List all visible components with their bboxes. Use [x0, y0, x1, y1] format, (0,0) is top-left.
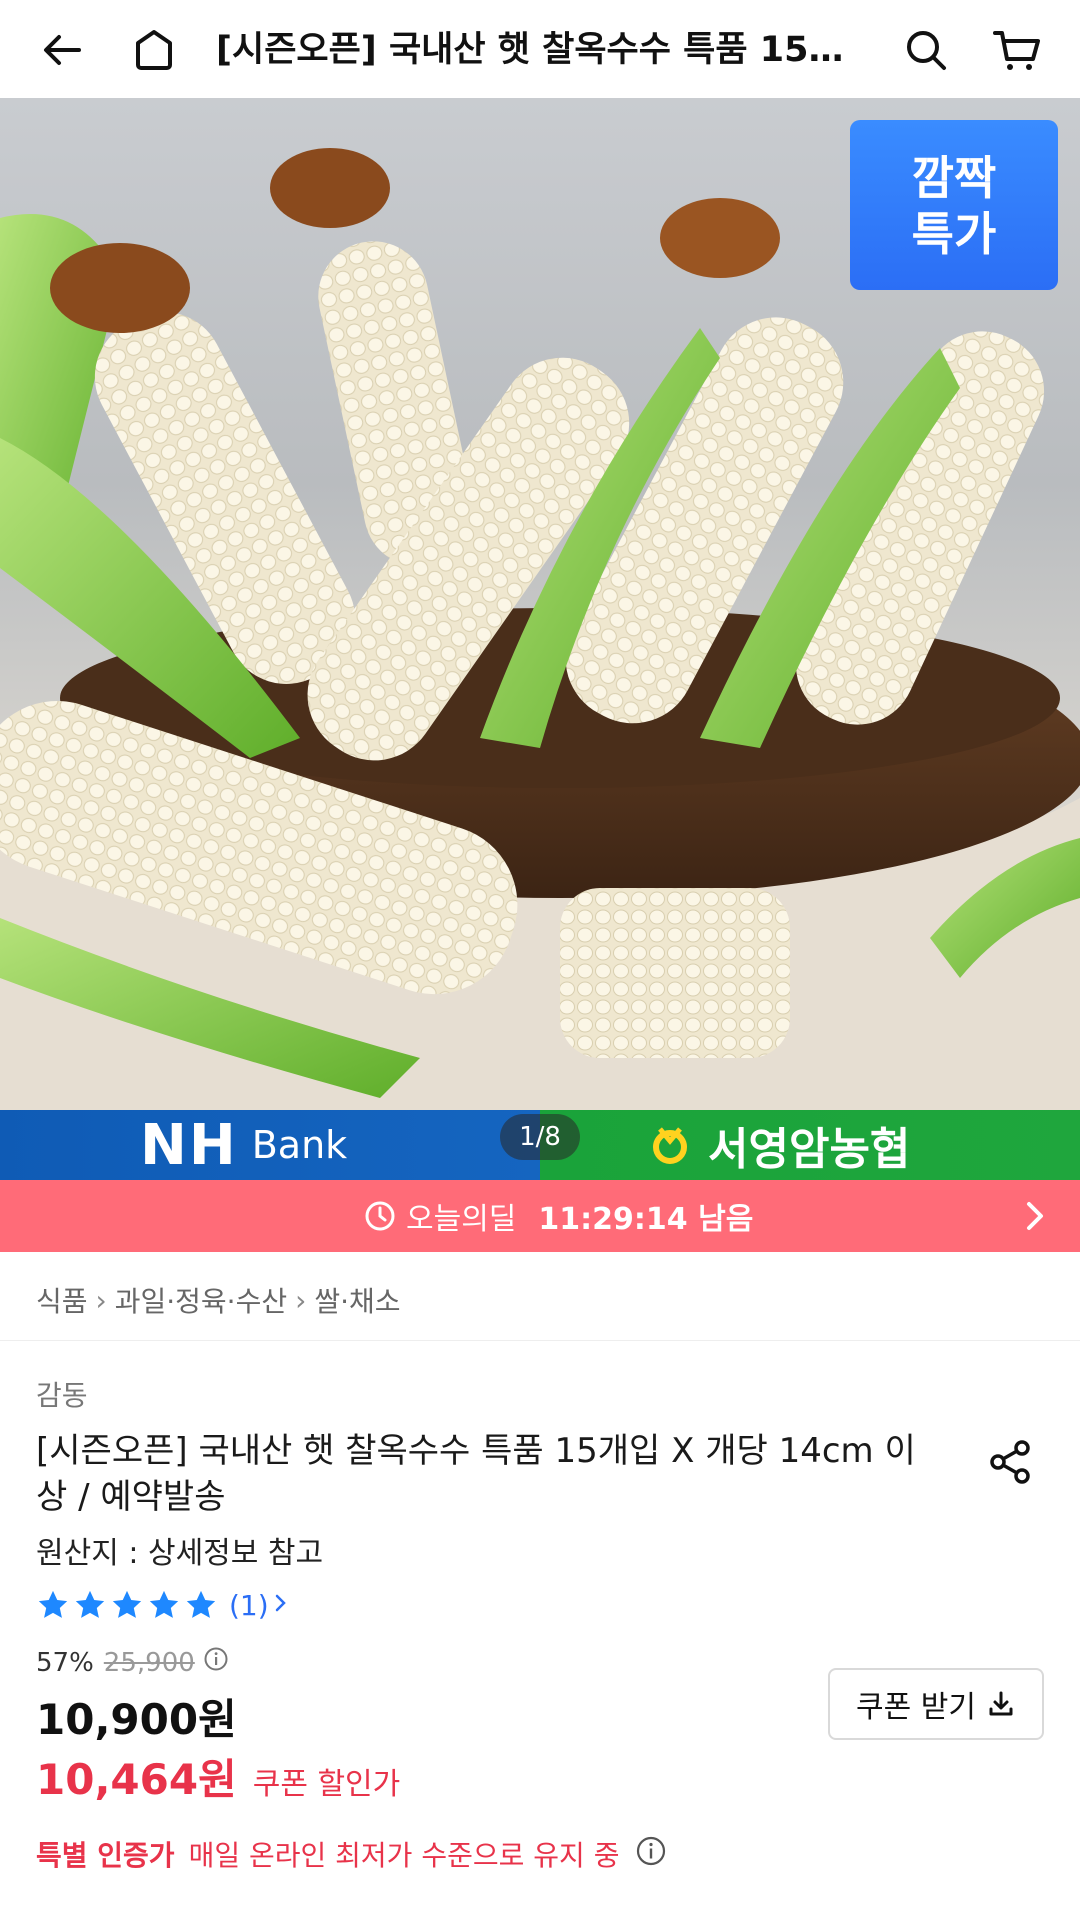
- discount-row: 57% 25,900: [36, 1646, 229, 1679]
- badge-line-2: 특가: [911, 207, 997, 261]
- origin-info: 원산지 : 상세정보 참고: [36, 1536, 324, 1571]
- coupon-price: 10,464원: [36, 1755, 237, 1804]
- download-icon: [989, 1691, 1013, 1716]
- star-icon: [75, 1590, 105, 1618]
- brand-name[interactable]: 감동: [36, 1374, 88, 1414]
- info-icon[interactable]: [635, 1835, 667, 1874]
- badge-line-1: 깜짝: [911, 151, 997, 205]
- coupon-price-label: 쿠폰 할인가: [252, 1767, 401, 1802]
- partner-logo: 서영암농협: [540, 1110, 1080, 1180]
- breadcrumb: 식품 › 과일·정육·수산 › 쌀·채소: [36, 1280, 401, 1320]
- get-coupon-button[interactable]: 쿠폰 받기: [828, 1668, 1044, 1740]
- partner-name: 서영암농협: [708, 1124, 911, 1175]
- sale-price: 10,900원: [36, 1695, 237, 1744]
- star-icon: [149, 1590, 179, 1618]
- review-count[interactable]: (1): [229, 1589, 269, 1622]
- top-bar: [시즌오픈] 국내산 햇 찰옥수수 특품 15개입 X 개당 14cm 이상 /…: [0, 0, 1080, 98]
- rating-summary[interactable]: (1): [36, 1588, 289, 1622]
- product-image-carousel[interactable]: 깜짝 특가: [0, 98, 1080, 1112]
- chevron-right-icon: [273, 1591, 289, 1619]
- today-deal-bar[interactable]: 오늘의딜 11:29:14 남음: [0, 1180, 1080, 1252]
- special-deal-badge: 깜짝 특가: [850, 120, 1058, 290]
- share-icon[interactable]: [986, 1438, 1034, 1486]
- discount-rate: 57%: [36, 1647, 94, 1678]
- cart-icon[interactable]: [988, 22, 1044, 78]
- chevron-right-icon: ›: [95, 1283, 107, 1317]
- page-title: [시즌오픈] 국내산 햇 찰옥수수 특품 15개입 X 개당 14cm 이상 /…: [216, 30, 856, 70]
- deal-countdown: 11:29:14 남음: [538, 1202, 754, 1237]
- special-price-notice: 특별 인증가 매일 온라인 최저가 수준으로 유지 중: [36, 1834, 667, 1874]
- nh-logo-text: NH: [140, 1112, 238, 1178]
- clock-icon: [365, 1201, 395, 1231]
- star-icon: [38, 1590, 68, 1618]
- star-rating: [36, 1588, 221, 1622]
- chevron-right-icon: ›: [295, 1283, 307, 1317]
- home-icon[interactable]: [126, 22, 182, 78]
- deal-label: 오늘의딜: [406, 1202, 517, 1237]
- bank-logo-text: Bank: [251, 1123, 348, 1167]
- breadcrumb-item[interactable]: 쌀·채소: [314, 1280, 400, 1320]
- image-pager: 1/8: [500, 1114, 580, 1160]
- star-icon: [186, 1590, 216, 1618]
- coupon-price-row: 10,464원 쿠폰 할인가: [36, 1746, 400, 1807]
- coupon-button-label: 쿠폰 받기: [856, 1690, 976, 1725]
- breadcrumb-item[interactable]: 식품: [36, 1280, 88, 1320]
- chevron-right-icon[interactable]: [1020, 1198, 1050, 1238]
- search-icon[interactable]: [898, 22, 954, 78]
- divider: [0, 1340, 1080, 1341]
- product-title: [시즌오픈] 국내산 햇 찰옥수수 특품 15개입 X 개당 14cm 이상 /…: [36, 1431, 916, 1517]
- info-icon[interactable]: [203, 1646, 229, 1679]
- back-arrow-icon[interactable]: [34, 22, 90, 78]
- original-price: 25,900: [103, 1647, 195, 1678]
- breadcrumb-item[interactable]: 과일·정육·수산: [115, 1280, 287, 1320]
- nh-bank-logo: NH Bank: [0, 1110, 540, 1180]
- special-price-label: 특별 인증가: [36, 1839, 175, 1872]
- special-price-description: 매일 온라인 최저가 수준으로 유지 중: [188, 1839, 620, 1872]
- star-icon: [112, 1590, 142, 1618]
- nonghyup-icon: [653, 1127, 687, 1164]
